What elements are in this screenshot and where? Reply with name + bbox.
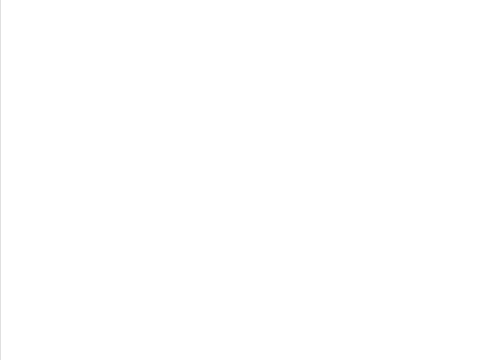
left-edge-divider — [0, 0, 1, 360]
blank-page — [0, 0, 480, 360]
